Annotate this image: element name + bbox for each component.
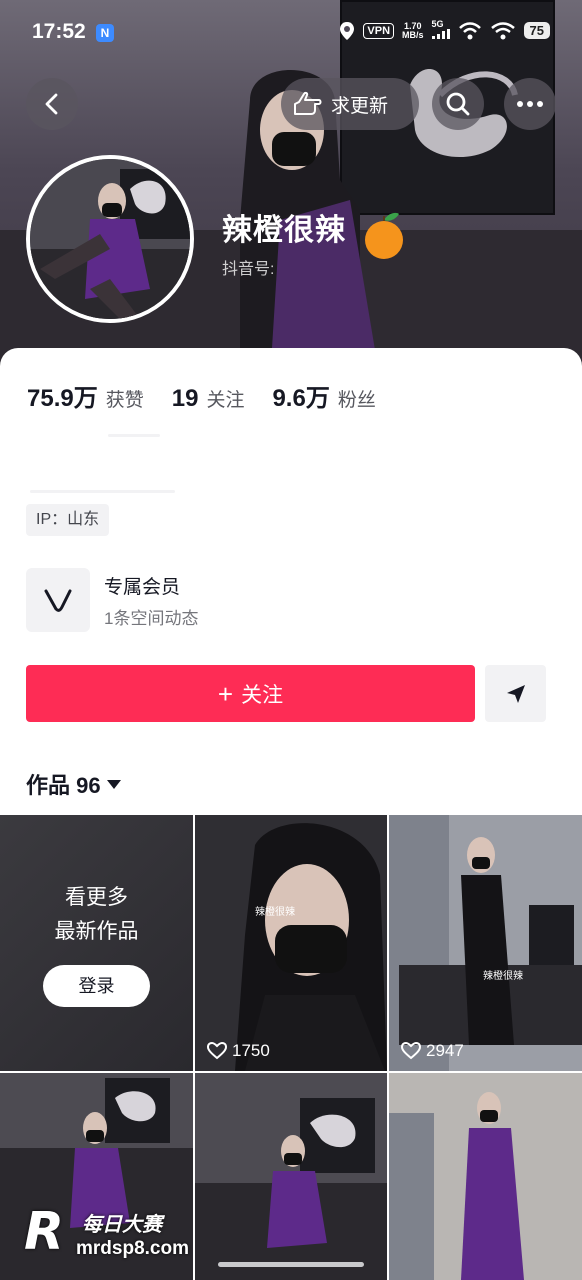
- exclusive-membership-entry[interactable]: 专属会员 1条空间动态: [26, 568, 556, 632]
- pointing-hand-icon: [294, 91, 322, 115]
- v-logo-icon: [44, 589, 72, 612]
- status-right: VPN 1.70 MB/s 5G 75: [339, 20, 550, 41]
- watermark-logo: R 每日大赛 mrdsp8.com: [10, 1200, 240, 1272]
- share-button[interactable]: [485, 665, 546, 722]
- search-button[interactable]: [432, 78, 484, 130]
- vpn-indicator: VPN: [363, 22, 395, 39]
- membership-title: 专属会员: [104, 577, 181, 598]
- video-caption: 辣橙很辣: [483, 971, 523, 982]
- video-thumbnail: [389, 1073, 582, 1280]
- search-icon: [446, 92, 470, 116]
- video-likes: 2947: [401, 1041, 464, 1061]
- ip-location-tag: IP：山东: [26, 504, 110, 536]
- watermark-line2: mrdsp8.com: [76, 1238, 189, 1259]
- network-speed: 1.70 MB/s: [402, 21, 424, 40]
- locked-text-line1: 看更多: [65, 886, 128, 909]
- signal-bars-icon: [431, 29, 450, 39]
- avatar[interactable]: [26, 155, 194, 323]
- likes-count: 2947: [426, 1041, 464, 1060]
- send-arrow-icon: [506, 684, 525, 703]
- profile-stats: 75.9万 获赞 19 关注 9.6万 粉丝: [27, 378, 404, 413]
- following-label[interactable]: 关注: [206, 385, 244, 412]
- orange-emoji-icon: [365, 212, 403, 259]
- video-thumbnail: [389, 815, 582, 1071]
- request-update-button[interactable]: 求更新: [281, 78, 419, 130]
- home-indicator: [218, 1262, 364, 1267]
- request-update-label: 求更新: [331, 95, 389, 117]
- likes-count: 1750: [232, 1041, 270, 1060]
- blurred-bio-line: [30, 490, 175, 493]
- wifi-icon: [490, 21, 515, 39]
- blurred-bio-line: [108, 434, 160, 437]
- battery-indicator: 75: [523, 22, 550, 39]
- more-dots-icon: [517, 101, 543, 107]
- cellular-signal: 5G: [431, 19, 450, 41]
- video-tile[interactable]: 辣橙很辣 2947: [389, 815, 582, 1071]
- tab-works[interactable]: 作品 96: [26, 768, 121, 800]
- video-tile[interactable]: 辣橙很辣 1750: [195, 815, 387, 1071]
- locked-text-line2: 最新作品: [54, 920, 139, 943]
- membership-logo: [26, 568, 90, 632]
- profile-nickname: 辣橙很辣: [222, 214, 346, 247]
- following-count[interactable]: 19: [172, 385, 199, 413]
- locked-works-tile[interactable]: 看更多 最新作品 登录: [0, 815, 193, 1071]
- video-tile[interactable]: [389, 1073, 582, 1280]
- caret-down-icon: [106, 779, 121, 789]
- status-bar: 17:52 N VPN 1.70 MB/s 5G 75: [0, 0, 582, 66]
- follow-label: 关注: [241, 683, 284, 707]
- follow-button[interactable]: + 关注: [26, 665, 475, 722]
- avatar-photo: [30, 159, 190, 319]
- likes-label[interactable]: 获赞: [106, 385, 144, 412]
- video-caption: 辣橙很辣: [255, 907, 295, 918]
- wifi-icon: [458, 21, 481, 39]
- followers-label[interactable]: 粉丝: [338, 385, 376, 412]
- status-time: 17:52: [32, 20, 86, 43]
- heart-icon: [401, 1042, 421, 1060]
- video-likes: 1750: [207, 1041, 270, 1061]
- location-icon: [340, 21, 355, 40]
- watermark-line1: 每日大赛: [82, 1214, 162, 1236]
- douyin-id-label: 抖音号:: [222, 261, 275, 278]
- watermark-letter: R: [24, 1202, 65, 1262]
- likes-count[interactable]: 75.9万: [27, 378, 98, 413]
- network-type: 5G: [431, 19, 444, 29]
- membership-subtitle: 1条空间动态: [104, 609, 199, 628]
- video-thumbnail: [195, 815, 387, 1071]
- heart-icon: [207, 1042, 227, 1060]
- app-notification-icon: N: [96, 24, 114, 42]
- plus-icon: +: [217, 678, 234, 709]
- login-button[interactable]: 登录: [43, 965, 150, 1007]
- back-button[interactable]: [26, 78, 78, 130]
- followers-count[interactable]: 9.6万: [272, 378, 329, 413]
- speed-unit: MB/s: [402, 29, 424, 40]
- works-tab-label: 作品 96: [26, 773, 101, 798]
- more-button[interactable]: [504, 78, 556, 130]
- chevron-left-icon: [45, 93, 58, 115]
